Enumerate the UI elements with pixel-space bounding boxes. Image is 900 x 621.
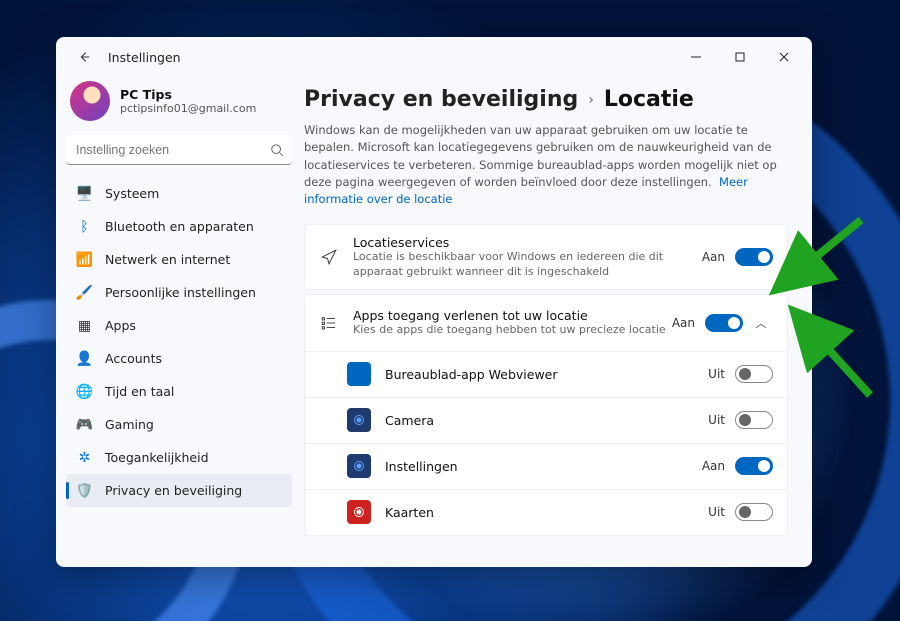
app-row: Instellingen Aan (305, 443, 787, 489)
app-toggle-camera[interactable] (735, 411, 773, 429)
breadcrumb-parent[interactable]: Privacy en beveiliging (304, 87, 578, 112)
location-icon (319, 248, 339, 266)
back-button[interactable] (70, 43, 98, 71)
profile[interactable]: PC Tips pctipsinfo01@gmail.com (66, 77, 292, 135)
toggle-state: Aan (702, 459, 725, 473)
globe-icon: 🌐 (76, 383, 93, 400)
app-row: Bureaublad-app Webviewer Uit (305, 351, 787, 397)
nav-list: 🖥️ Systeem ᛒ Bluetooth en apparaten 📶 Netwe… (66, 177, 292, 507)
page-description: Windows kan de mogelijkheden van uw appa… (304, 122, 788, 208)
accessibility-icon: ✲ (76, 449, 93, 466)
window-title: Instellingen (108, 50, 181, 65)
brush-icon: 🖌️ (76, 284, 93, 301)
app-icon-webviewer (347, 362, 371, 386)
list-icon (319, 314, 339, 332)
sidebar-item-bluetooth[interactable]: ᛒ Bluetooth en apparaten (66, 210, 292, 243)
sidebar-item-gaming[interactable]: 🎮 Gaming (66, 408, 292, 441)
monitor-icon: 🖥️ (76, 185, 93, 202)
sidebar-item-system[interactable]: 🖥️ Systeem (66, 177, 292, 210)
app-toggle-webviewer[interactable] (735, 365, 773, 383)
toggle-state: Uit (708, 413, 725, 427)
grid-icon: ▦ (76, 317, 93, 334)
maximize-button[interactable] (718, 42, 762, 72)
sidebar-item-label: Accounts (105, 351, 162, 366)
profile-name: PC Tips (120, 87, 256, 102)
sidebar-item-accessibility[interactable]: ✲ Toegankelijkheid (66, 441, 292, 474)
app-row: Camera Uit (305, 397, 787, 443)
sidebar-item-accounts[interactable]: 👤 Accounts (66, 342, 292, 375)
app-icon-camera (347, 408, 371, 432)
profile-email: pctipsinfo01@gmail.com (120, 102, 256, 115)
app-name: Bureaublad-app Webviewer (385, 367, 708, 382)
chevron-right-icon: › (588, 92, 594, 108)
sidebar-item-network[interactable]: 📶 Netwerk en internet (66, 243, 292, 276)
app-toggle-settings[interactable] (735, 457, 773, 475)
chevron-up-icon[interactable]: ︿ (749, 315, 773, 331)
app-row: Kaarten Uit (305, 489, 787, 535)
breadcrumb: Privacy en beveiliging › Locatie (304, 87, 788, 112)
close-button[interactable] (762, 42, 806, 72)
titlebar: Instellingen (56, 37, 812, 77)
setting-row[interactable]: Locatieservices Locatie is beschikbaar v… (305, 225, 787, 289)
sidebar-item-label: Apps (105, 318, 136, 333)
sidebar-item-label: Netwerk en internet (105, 252, 230, 267)
settings-window: Instellingen PC Tips pctipsinfo01@gmail.… (56, 37, 812, 567)
setting-app-access: Apps toegang verlenen tot uw locatie Kie… (304, 294, 788, 536)
sidebar-item-label: Toegankelijkheid (105, 450, 209, 465)
sidebar-item-label: Gaming (105, 417, 154, 432)
main-content: Privacy en beveiliging › Locatie Windows… (302, 77, 812, 567)
gamepad-icon: 🎮 (76, 416, 93, 433)
app-icon-maps (347, 500, 371, 524)
search-box (66, 135, 292, 165)
sidebar-item-time[interactable]: 🌐 Tijd en taal (66, 375, 292, 408)
sidebar-item-label: Persoonlijke instellingen (105, 285, 256, 300)
toggle-state: Uit (708, 505, 725, 519)
minimize-button[interactable] (674, 42, 718, 72)
app-access-toggle[interactable] (705, 314, 743, 332)
setting-desc: Kies de apps die toegang hebben tot uw p… (353, 323, 672, 337)
setting-title: Locatieservices (353, 235, 702, 250)
toggle-state: Aan (672, 316, 695, 330)
toggle-state: Uit (708, 367, 725, 381)
sidebar-item-label: Systeem (105, 186, 159, 201)
app-toggle-maps[interactable] (735, 503, 773, 521)
sidebar-item-label: Tijd en taal (105, 384, 174, 399)
sidebar-item-privacy[interactable]: 🛡️ Privacy en beveiliging (66, 474, 292, 507)
app-icon-settings (347, 454, 371, 478)
description-text: Windows kan de mogelijkheden van uw appa… (304, 123, 777, 189)
search-icon (270, 142, 284, 161)
toggle-state: Aan (702, 250, 725, 264)
breadcrumb-current: Locatie (604, 87, 694, 112)
location-services-toggle[interactable] (735, 248, 773, 266)
avatar (70, 81, 110, 121)
sidebar-item-label: Bluetooth en apparaten (105, 219, 254, 234)
search-input[interactable] (66, 135, 292, 165)
shield-icon: 🛡️ (76, 482, 93, 499)
app-name: Instellingen (385, 459, 702, 474)
person-icon: 👤 (76, 350, 93, 367)
setting-row[interactable]: Apps toegang verlenen tot uw locatie Kie… (305, 295, 787, 351)
app-name: Camera (385, 413, 708, 428)
sidebar-item-personalization[interactable]: 🖌️ Persoonlijke instellingen (66, 276, 292, 309)
setting-desc: Locatie is beschikbaar voor Windows en i… (353, 250, 702, 279)
setting-location-services: Locatieservices Locatie is beschikbaar v… (304, 224, 788, 290)
sidebar: PC Tips pctipsinfo01@gmail.com 🖥️ Systeem… (56, 77, 302, 567)
bluetooth-icon: ᛒ (76, 218, 93, 235)
wifi-icon: 📶 (76, 251, 93, 268)
sidebar-item-label: Privacy en beveiliging (105, 483, 242, 498)
app-name: Kaarten (385, 505, 708, 520)
sidebar-item-apps[interactable]: ▦ Apps (66, 309, 292, 342)
setting-title: Apps toegang verlenen tot uw locatie (353, 308, 672, 323)
